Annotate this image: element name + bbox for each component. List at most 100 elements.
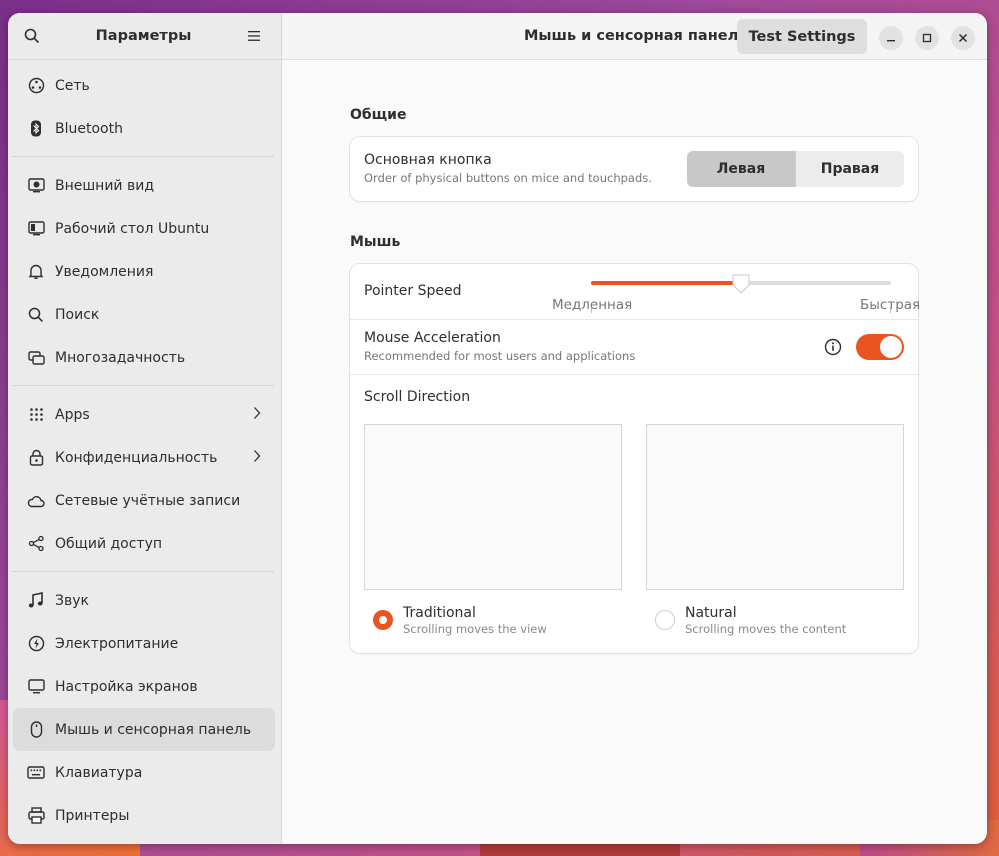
sidebar-item-label: Рабочий стол Ubuntu [55, 220, 210, 237]
search-icon [27, 306, 45, 324]
mouse-acceleration-subtitle: Recommended for most users and applicati… [364, 349, 636, 363]
close-button[interactable] [951, 26, 975, 50]
natural-preview[interactable] [646, 424, 904, 590]
primary-button-title: Основная кнопка [364, 152, 492, 168]
sidebar-item[interactable]: Электропитание [13, 622, 275, 665]
sidebar-separator [12, 156, 274, 157]
sidebar-item[interactable]: Поиск [13, 293, 275, 336]
pointer-speed-slider[interactable] [591, 274, 891, 313]
sidebar-item[interactable]: Конфиденциальность [13, 436, 275, 479]
slider-min-label: Медленная [552, 297, 633, 313]
sidebar-item-label: Уведомления [55, 263, 154, 280]
appearance-icon [27, 177, 45, 195]
sidebar-item-label: Сеть [55, 77, 90, 94]
sidebar-item[interactable]: Bluetooth [13, 107, 275, 150]
sidebar-item-label: Сетевые учётные записи [55, 492, 241, 509]
scroll-direction-title: Scroll Direction [364, 389, 471, 405]
sidebar-item-label: Клавиатура [55, 764, 143, 781]
right-button-option[interactable]: Правая [795, 151, 904, 187]
sidebar-item-label: Конфиденциальность [55, 449, 218, 466]
left-button-option[interactable]: Левая [687, 151, 795, 187]
pointer-speed-title: Pointer Speed [364, 283, 462, 299]
divider [350, 374, 918, 375]
divider [350, 319, 918, 320]
sidebar-item-label: Многозадачность [55, 349, 186, 366]
traditional-radio[interactable] [373, 610, 393, 630]
sidebar-item[interactable]: Сетевые учётные записи [13, 479, 275, 522]
sidebar-item-label: Электропитание [55, 635, 179, 652]
desktop-icon [27, 220, 45, 238]
main-content: Общие Основная кнопка Order of physical … [282, 61, 987, 844]
sidebar-item[interactable]: Apps [13, 393, 275, 436]
sidebar-title: Параметры [95, 28, 192, 44]
sidebar-item-label: Bluetooth [55, 120, 123, 137]
search-icon[interactable] [22, 26, 42, 46]
minimize-button[interactable] [879, 26, 903, 50]
maximize-button[interactable] [915, 26, 939, 50]
section-title-mouse: Мышь [350, 234, 401, 250]
sidebar-item[interactable]: Принтеры [13, 794, 275, 837]
sidebar-item-label: Настройка экранов [55, 678, 198, 695]
natural-subtitle: Scrolling moves the content [685, 622, 847, 636]
sidebar-item[interactable]: Уведомления [13, 250, 275, 293]
test-settings-button[interactable]: Test Settings [737, 19, 867, 54]
natural-radio[interactable] [655, 610, 675, 630]
bluetooth-icon [27, 120, 45, 138]
network-icon [27, 77, 45, 95]
info-icon[interactable] [824, 338, 842, 360]
music-note-icon [27, 592, 45, 610]
switch-knob [880, 336, 902, 358]
sidebar-item-label: Общий доступ [55, 535, 163, 552]
mouse-acceleration-switch[interactable] [856, 334, 904, 360]
chevron-right-icon [253, 406, 261, 424]
primary-button-card: Основная кнопка Order of physical button… [350, 137, 918, 201]
keyboard-icon [27, 764, 45, 782]
slider-knob[interactable] [731, 273, 751, 294]
primary-button-toggle: Левая Правая [687, 151, 904, 187]
printer-icon [27, 807, 45, 825]
sidebar-item-label: Мышь и сенсорная панель [55, 721, 252, 738]
sidebar-item[interactable]: Сеть [13, 64, 275, 107]
mouse-acceleration-title: Mouse Acceleration [364, 330, 501, 346]
multitasking-icon [27, 349, 45, 367]
sidebar-item[interactable]: Мышь и сенсорная панель [13, 708, 275, 751]
traditional-preview[interactable] [364, 424, 622, 590]
sidebar-item[interactable]: Звук [13, 579, 275, 622]
main-header: Мышь и сенсорная панель Test Settings [282, 13, 987, 60]
apps-grid-icon [27, 406, 45, 424]
sidebar-item-label: Поиск [55, 306, 100, 323]
sidebar-item-label: Звук [55, 592, 89, 609]
sidebar-separator [12, 571, 274, 572]
sidebar: Параметры Сеть Bluetooth Внешний вид Рабочи… [8, 13, 282, 844]
lock-icon [27, 449, 45, 467]
settings-window: Параметры Сеть Bluetooth Внешний вид Рабочи… [8, 13, 987, 844]
chevron-right-icon [253, 449, 261, 467]
traditional-title: Traditional [403, 605, 476, 621]
slider-max-label: Быстрая [860, 297, 921, 313]
close-icon [958, 33, 968, 43]
slider-fill [591, 281, 741, 285]
power-icon [27, 635, 45, 653]
section-title-general: Общие [350, 107, 407, 123]
sidebar-header: Параметры [8, 13, 281, 60]
page-title: Мышь и сенсорная панель [524, 28, 748, 44]
sidebar-item[interactable]: Внешний вид [13, 164, 275, 207]
sidebar-item-label: Apps [55, 406, 90, 423]
display-icon [27, 678, 45, 696]
mouse-icon [27, 721, 45, 739]
primary-button-subtitle: Order of physical buttons on mice and to… [364, 171, 652, 185]
sidebar-separator [12, 385, 274, 386]
sidebar-item-label: Внешний вид [55, 177, 155, 194]
sidebar-item-label: Принтеры [55, 807, 130, 824]
sidebar-item[interactable]: Многозадачность [13, 336, 275, 379]
natural-title: Natural [685, 605, 737, 621]
sidebar-item[interactable]: Рабочий стол Ubuntu [13, 207, 275, 250]
sidebar-item[interactable]: Общий доступ [13, 522, 275, 565]
sidebar-nav: Сеть Bluetooth Внешний вид Рабочий стол Ubu… [8, 60, 281, 837]
minimize-icon [887, 40, 895, 42]
hamburger-menu-icon[interactable] [245, 26, 265, 46]
share-icon [27, 535, 45, 553]
cloud-icon [27, 492, 45, 510]
sidebar-item[interactable]: Настройка экранов [13, 665, 275, 708]
sidebar-item[interactable]: Клавиатура [13, 751, 275, 794]
